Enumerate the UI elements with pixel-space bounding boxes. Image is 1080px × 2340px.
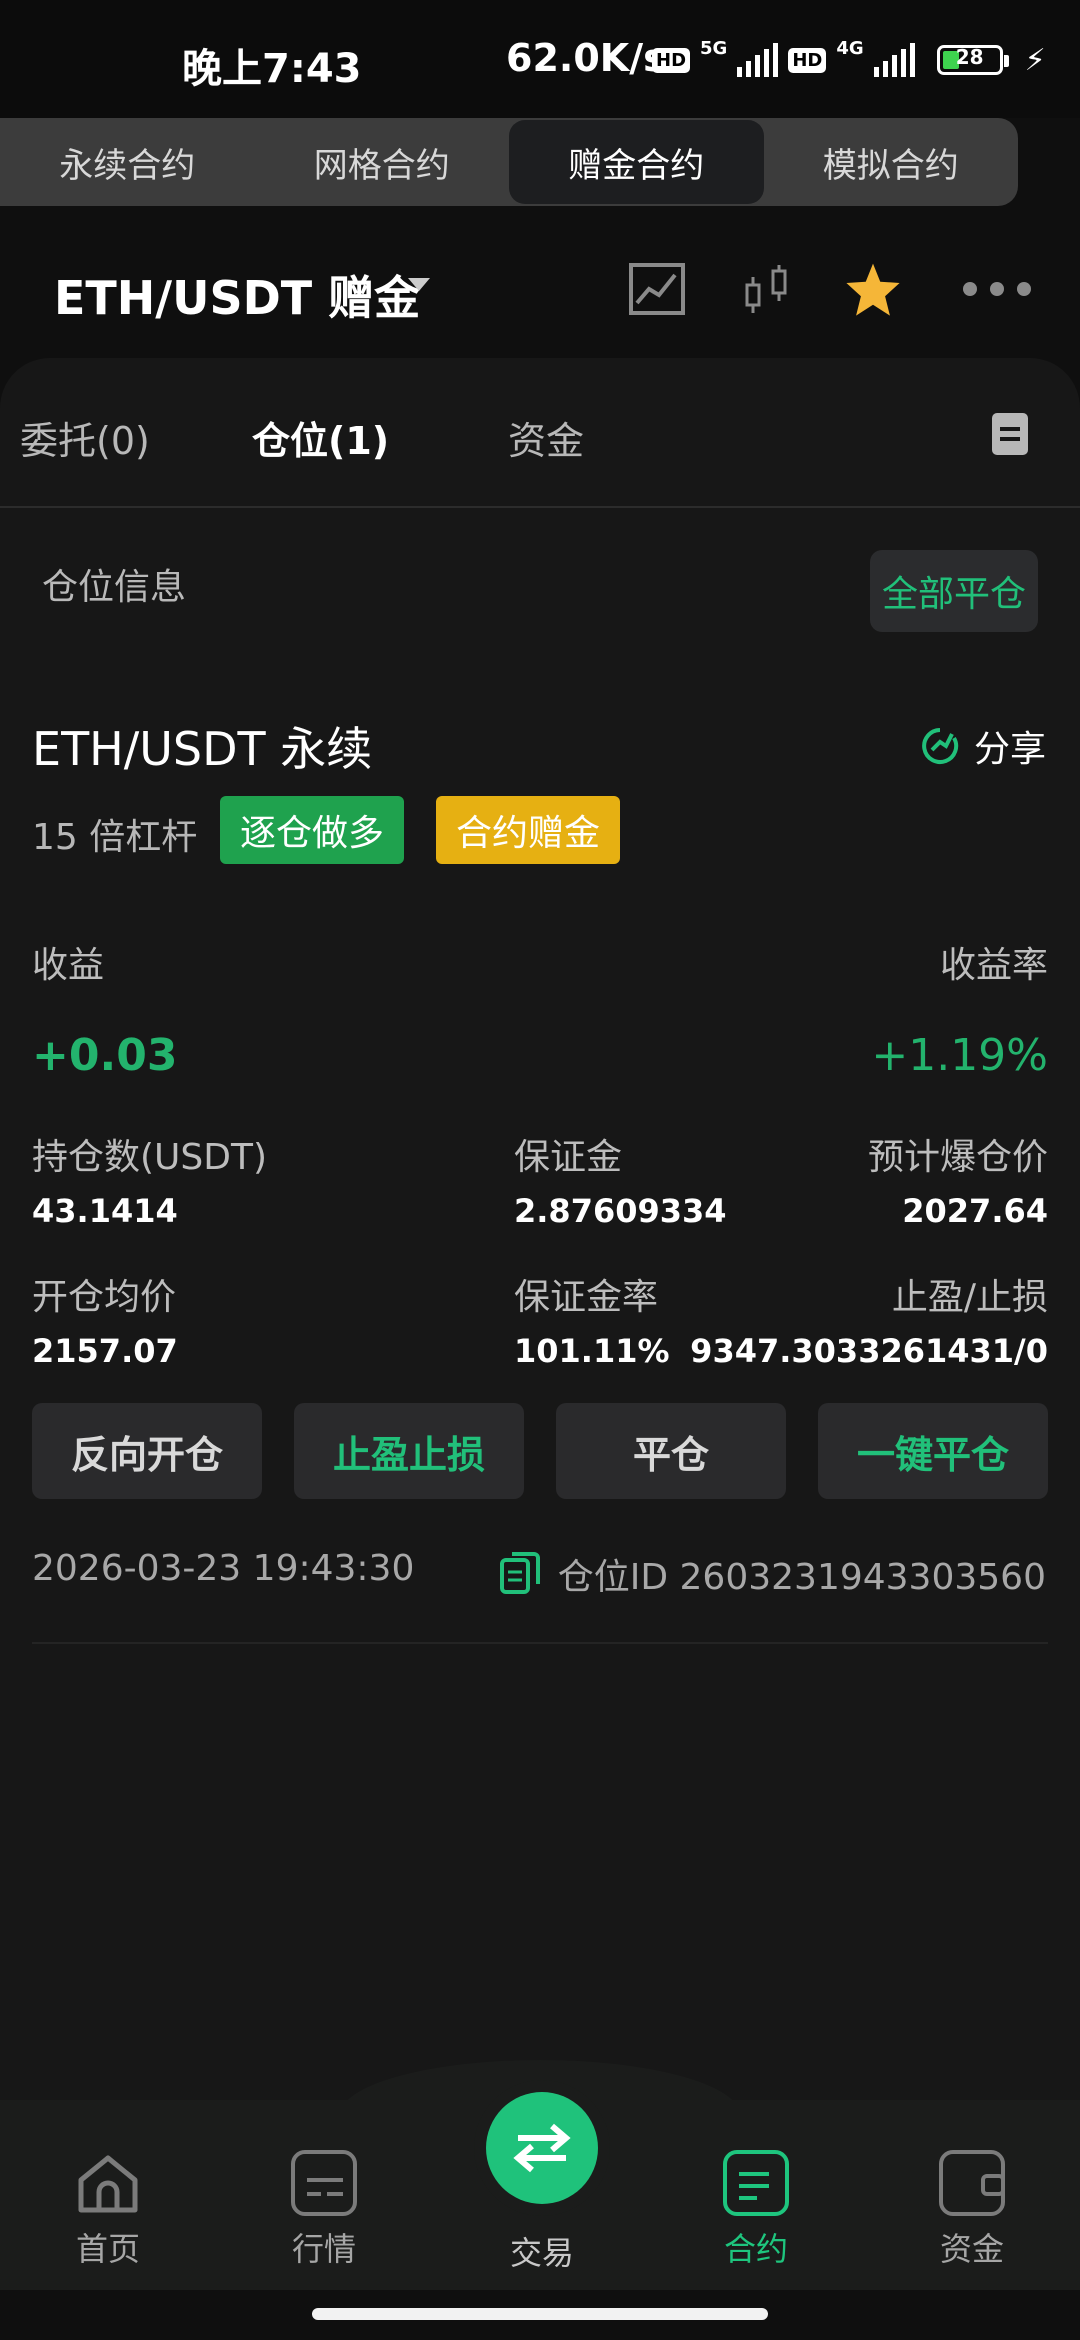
close-position-button[interactable]: 平仓 [556, 1403, 786, 1499]
pnl-value: +0.03 [32, 1030, 178, 1081]
status-icons: HD 5G HD 4G 28 ⚡ [652, 38, 1046, 82]
order-tabs: 委托(0) 仓位(1) 资金 [0, 358, 1080, 508]
liquidation-label: 预计爆仓价 [867, 1137, 1048, 1178]
nav-market-label: 行情 [291, 2230, 356, 2268]
tpsl-button[interactable]: 止盈止损 [294, 1403, 524, 1499]
wallet-icon [939, 2150, 1005, 2216]
nav-funds-label: 资金 [939, 2230, 1004, 2268]
entry-label: 开仓均价 [32, 1277, 177, 1318]
liquidation-value: 2027.64 [902, 1192, 1048, 1230]
position-id-text: 仓位ID 2603231943303560 [557, 1557, 1046, 1598]
network-type-2: 4G [836, 37, 864, 59]
pair-header: ETH/USDT 赠金 [0, 240, 1080, 340]
positions-panel: 委托(0) 仓位(1) 资金 仓位信息 全部平仓 ETH/USDT 永续 分享 … [0, 358, 1080, 2118]
candlestick-icon[interactable] [736, 258, 798, 320]
tpsl-value: 9347.3033261431/0 [690, 1332, 1048, 1370]
favorite-star-icon[interactable] [842, 258, 904, 320]
tab-bonus[interactable]: 赠金合约 [509, 120, 764, 204]
tab-perpetual[interactable]: 永续合约 [0, 118, 255, 206]
tab-funds[interactable]: 资金 [508, 410, 584, 465]
pair-selector[interactable]: ETH/USDT 赠金 [54, 262, 420, 328]
trade-button[interactable] [486, 2092, 598, 2204]
market-icon [291, 2150, 357, 2216]
nav-home[interactable]: 首页 [48, 2150, 168, 2270]
swap-icon [513, 2123, 571, 2173]
contract-type-tabs: 永续合约 网格合约 赠金合约 模拟合约 [0, 118, 1018, 206]
battery-icon: 28 [936, 45, 1009, 75]
margin-rate-label: 保证金率 [514, 1277, 659, 1318]
margin-mode-badge: 逐仓做多 [220, 796, 405, 864]
section-title: 仓位信息 [42, 567, 187, 608]
position-time: 2026-03-23 19:43:30 [32, 1548, 415, 1589]
tab-demo[interactable]: 模拟合约 [764, 118, 1019, 206]
margin-value: 2.87609334 [514, 1192, 727, 1230]
pnl-label: 收益 [32, 945, 105, 986]
divider [32, 1642, 1048, 1644]
bonus-badge: 合约赠金 [436, 796, 621, 864]
tpsl-label: 止盈/止损 [891, 1277, 1048, 1318]
network-speed: 62.0K/s [506, 36, 666, 80]
status-bar: 晚上7:43 62.0K/s HD 5G HD 4G 28 ⚡ [0, 0, 1080, 118]
copy-icon[interactable] [499, 1552, 540, 1596]
reverse-open-button[interactable]: 反向开仓 [32, 1403, 262, 1499]
more-icon[interactable] [944, 258, 1050, 320]
size-label: 持仓数(USDT) [32, 1137, 268, 1178]
nav-contract[interactable]: 合约 [696, 2150, 816, 2270]
tab-grid[interactable]: 网格合约 [255, 118, 510, 206]
tab-orders[interactable]: 委托(0) [20, 410, 150, 465]
position-id: 仓位ID 2603231943303560 [499, 1548, 1046, 1600]
battery-level: 28 [955, 45, 984, 69]
nav-funds[interactable]: 资金 [912, 2150, 1032, 2270]
share-label: 分享 [973, 729, 1046, 770]
entry-value: 2157.07 [32, 1332, 178, 1370]
leverage-text: 15 倍杠杆 [32, 817, 198, 858]
signal-icon [737, 43, 779, 77]
hd-icon: HD [788, 47, 827, 73]
network-type-1: 5G [700, 37, 728, 59]
roe-label: 收益率 [939, 945, 1048, 986]
share-button[interactable]: 分享 [920, 720, 1046, 772]
margin-rate-value: 101.11% [514, 1332, 670, 1370]
status-time: 晚上7:43 [182, 46, 362, 92]
hd-icon: HD [652, 47, 691, 73]
close-all-button[interactable]: 全部平仓 [870, 550, 1038, 632]
chevron-down-icon[interactable] [408, 278, 430, 291]
home-icon [75, 2150, 141, 2216]
size-value: 43.1414 [32, 1192, 178, 1230]
share-icon [922, 728, 959, 764]
document-icon[interactable] [992, 413, 1028, 455]
nav-market[interactable]: 行情 [264, 2150, 384, 2270]
contract-icon [723, 2150, 789, 2216]
chart-icon[interactable] [626, 258, 688, 320]
margin-label: 保证金 [514, 1137, 623, 1178]
roe-value: +1.19% [871, 1030, 1048, 1081]
position-title: ETH/USDT 永续 [32, 722, 373, 776]
signal-icon [873, 43, 915, 77]
nav-contract-label: 合约 [723, 2230, 788, 2268]
one-click-close-button[interactable]: 一键平仓 [818, 1403, 1048, 1499]
home-indicator [312, 2308, 768, 2320]
charging-icon: ⚡ [1024, 42, 1046, 78]
nav-trade-label: 交易 [509, 2234, 574, 2272]
nav-home-label: 首页 [75, 2230, 140, 2268]
tab-positions[interactable]: 仓位(1) [252, 410, 389, 465]
